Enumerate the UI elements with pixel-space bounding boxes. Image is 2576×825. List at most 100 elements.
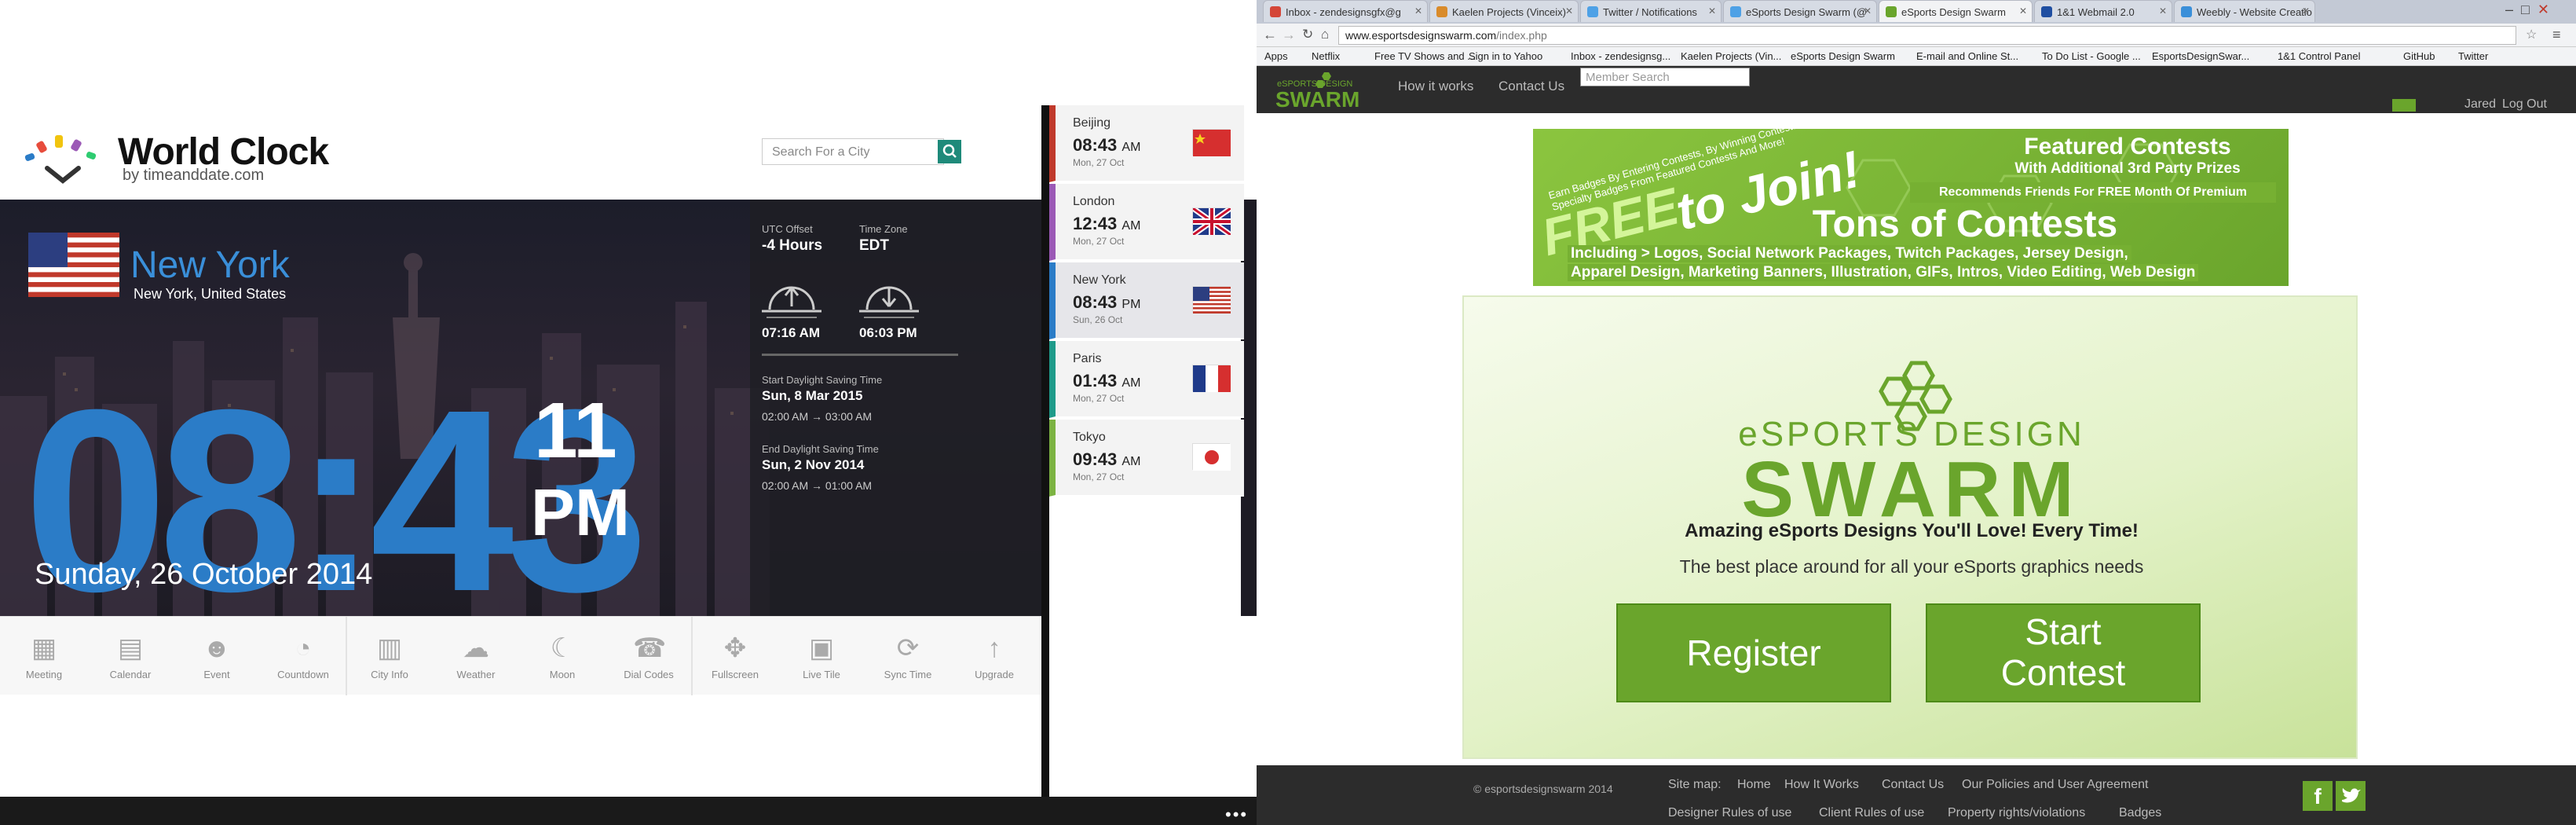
- footer-designer-rules[interactable]: Designer Rules of use: [1668, 806, 1791, 820]
- start-contest-button[interactable]: Start Contest: [1926, 603, 2201, 702]
- site-logo-small[interactable]: eSPORTS DESIGN SWARM: [1272, 69, 1382, 112]
- star-icon[interactable]: ☆: [2526, 27, 2537, 42]
- bookmark-item[interactable]: eSports Design Swarm: [1791, 50, 1895, 62]
- bookmark-item[interactable]: Netflix: [1312, 50, 1340, 62]
- toolbar-countdown[interactable]: ◔ Countdown: [261, 617, 346, 695]
- tab-close-icon[interactable]: ✕: [1565, 6, 1573, 16]
- tab-close-icon[interactable]: ✕: [2302, 6, 2310, 16]
- info-panel: [750, 200, 1045, 616]
- browser-tab[interactable]: Inbox - zendesignsgfx@g ✕: [1263, 0, 1428, 22]
- city-card[interactable]: New York 08:43 PM Sun, 26 Oct: [1049, 262, 1244, 339]
- city-card[interactable]: Tokyo 09:43 AM Mon, 27 Oct: [1049, 420, 1244, 497]
- browser-tab[interactable]: 1&1 Webmail 2.0 ✕: [2034, 0, 2172, 22]
- dst-end-change: 02:00 AM → 01:00 AM: [762, 479, 873, 492]
- toolbar-city-info[interactable]: ▥ City Info: [347, 617, 432, 695]
- facebook-icon[interactable]: f: [2303, 781, 2333, 811]
- search-icon: [942, 144, 957, 158]
- france-flag-icon: [1192, 365, 1231, 392]
- footer-how-it-works[interactable]: How It Works: [1784, 778, 1859, 792]
- browser-tab[interactable]: Twitter / Notifications ✕: [1580, 0, 1722, 22]
- calendar-icon: ▤: [117, 633, 144, 663]
- toolbar-calendar[interactable]: ▤ Calendar: [88, 617, 173, 695]
- bookmark-item[interactable]: Inbox - zendesignsg...: [1571, 50, 1670, 62]
- forward-button[interactable]: →: [1282, 27, 1296, 43]
- browser-tab[interactable]: eSports Design Swarm (@ ✕: [1723, 0, 1877, 22]
- contest-label: Contest: [2000, 652, 2126, 693]
- footer-contact[interactable]: Contact Us: [1882, 778, 1944, 792]
- footer-badges[interactable]: Badges: [2119, 806, 2161, 820]
- user-link[interactable]: Jared: [2464, 97, 2496, 112]
- search-button[interactable]: [938, 140, 961, 163]
- url-bar[interactable]: www.esportsdesignswarm.com/index.php: [1338, 26, 2516, 45]
- browser-tab[interactable]: Weebly - Website Creatio ✕: [2174, 0, 2315, 22]
- promo-banner[interactable]: Earn Badges By Entering Contests, By Win…: [1533, 129, 2289, 286]
- toolbar-meeting[interactable]: ▦ Meeting: [2, 617, 86, 695]
- city-card-ampm: AM: [1122, 376, 1141, 390]
- minimize-button[interactable]: –: [2505, 2, 2513, 17]
- tab-close-icon[interactable]: ✕: [1708, 6, 1716, 16]
- footer-home[interactable]: Home: [1737, 778, 1771, 792]
- footer-property-rights[interactable]: Property rights/violations: [1948, 806, 2085, 820]
- copyright: © esportsdesignswarm 2014: [1473, 783, 1613, 795]
- bookmark-item[interactable]: To Do List - Google ...: [2042, 50, 2141, 62]
- tab-close-icon[interactable]: ✕: [1864, 6, 1872, 16]
- banner-including-1: Including > Logos, Social Network Packag…: [1568, 245, 2131, 262]
- toolbar-weather[interactable]: ☁ Weather: [434, 617, 518, 695]
- city-card-ampm: PM: [1122, 298, 1141, 311]
- notification-badge[interactable]: [2392, 99, 2416, 112]
- bookmark-item[interactable]: Sign in to Yahoo: [1469, 50, 1542, 62]
- close-window-button[interactable]: ✕: [2538, 2, 2549, 17]
- more-icon[interactable]: •••: [1225, 805, 1248, 825]
- browser-tab[interactable]: Kaelen Projects (Vinceix) ✕: [1429, 0, 1579, 22]
- city-card[interactable]: Paris 01:43 AM Mon, 27 Oct: [1049, 341, 1244, 418]
- tab-close-icon[interactable]: ✕: [1414, 6, 1422, 16]
- tab-title: 1&1 Webmail 2.0: [2057, 6, 2135, 18]
- member-search-input[interactable]: Member Search: [1580, 68, 1750, 86]
- logout-link[interactable]: Log Out: [2502, 97, 2547, 112]
- toolbar-dial-codes[interactable]: ☎ Dial Codes: [606, 617, 691, 695]
- register-button[interactable]: Register: [1616, 603, 1891, 702]
- tab-close-icon[interactable]: ✕: [2159, 6, 2167, 16]
- tab-close-icon[interactable]: ✕: [2019, 6, 2027, 16]
- nav-how-it-works[interactable]: How it works: [1398, 79, 1473, 94]
- city-card-ampm: AM: [1122, 219, 1141, 233]
- menu-icon[interactable]: ≡: [2552, 27, 2561, 43]
- maximize-button[interactable]: □: [2521, 2, 2530, 17]
- toolbar-moon[interactable]: ☾ Moon: [520, 617, 605, 695]
- reload-button[interactable]: ↻: [1302, 27, 1313, 42]
- city-card-time: 08:43 PM: [1073, 292, 1140, 313]
- toolbar-fullscreen[interactable]: ✥ Fullscreen: [693, 617, 778, 695]
- svg-text:SWARM: SWARM: [1275, 87, 1359, 110]
- bookmark-item[interactable]: E-mail and Online St...: [1916, 50, 2018, 62]
- toolbar-upgrade[interactable]: ↑ Upgrade: [952, 617, 1037, 695]
- bookmark-item[interactable]: 1&1 Control Panel: [2278, 50, 2361, 62]
- bookmark-item[interactable]: Apps: [1264, 50, 1288, 62]
- bookmark-item[interactable]: Twitter: [2458, 50, 2488, 62]
- bookmark-item[interactable]: Free TV Shows and ...: [1374, 50, 1476, 62]
- twitter-icon[interactable]: [2336, 781, 2366, 811]
- footer-policies[interactable]: Our Policies and User Agreement: [1962, 778, 2148, 792]
- city-card[interactable]: London 12:43 AM Mon, 27 Oct: [1049, 184, 1244, 261]
- toolbar-event[interactable]: ☻ Event: [174, 617, 259, 695]
- back-button[interactable]: ←: [1263, 27, 1277, 43]
- bookmark-item[interactable]: EsportsDesignSwar...: [2152, 50, 2249, 62]
- city-card-date: Sun, 26 Oct: [1073, 314, 1123, 325]
- bookmark-item[interactable]: Kaelen Projects (Vin...: [1681, 50, 1781, 62]
- current-city-name: New York: [130, 244, 290, 286]
- banner-recommend: Recommends Friends For FREE Month Of Pre…: [1910, 182, 2276, 203]
- nav-contact-us[interactable]: Contact Us: [1498, 79, 1564, 94]
- toolbar: ▦ Meeting ▤ Calendar ☻ Event ◔ Countdown ▥ City I…: [0, 616, 1045, 695]
- hero-card: eSPORTS DESIGN SWARM Amazing eSports Des…: [1462, 295, 2358, 759]
- home-button[interactable]: ⌂: [1321, 27, 1329, 42]
- city-search-input[interactable]: Search For a City: [762, 138, 944, 165]
- current-city-full: New York, United States: [134, 286, 287, 302]
- bookmark-item[interactable]: GitHub: [2403, 50, 2435, 62]
- timezone-value: EDT: [859, 237, 889, 254]
- banner-including-2: Apparel Design, Marketing Banners, Illus…: [1568, 264, 2199, 281]
- browser-tab[interactable]: eSports Design Swarm ✕: [1879, 0, 2033, 22]
- dst-start-date: Sun, 8 Mar 2015: [762, 388, 863, 403]
- toolbar-sync-time[interactable]: ⟳ Sync Time: [865, 617, 950, 695]
- toolbar-live-tile[interactable]: ▣ Live Tile: [779, 617, 864, 695]
- footer-client-rules[interactable]: Client Rules of use: [1819, 806, 1924, 820]
- city-card[interactable]: Beijing 08:43 AM Mon, 27 Oct: [1049, 105, 1244, 182]
